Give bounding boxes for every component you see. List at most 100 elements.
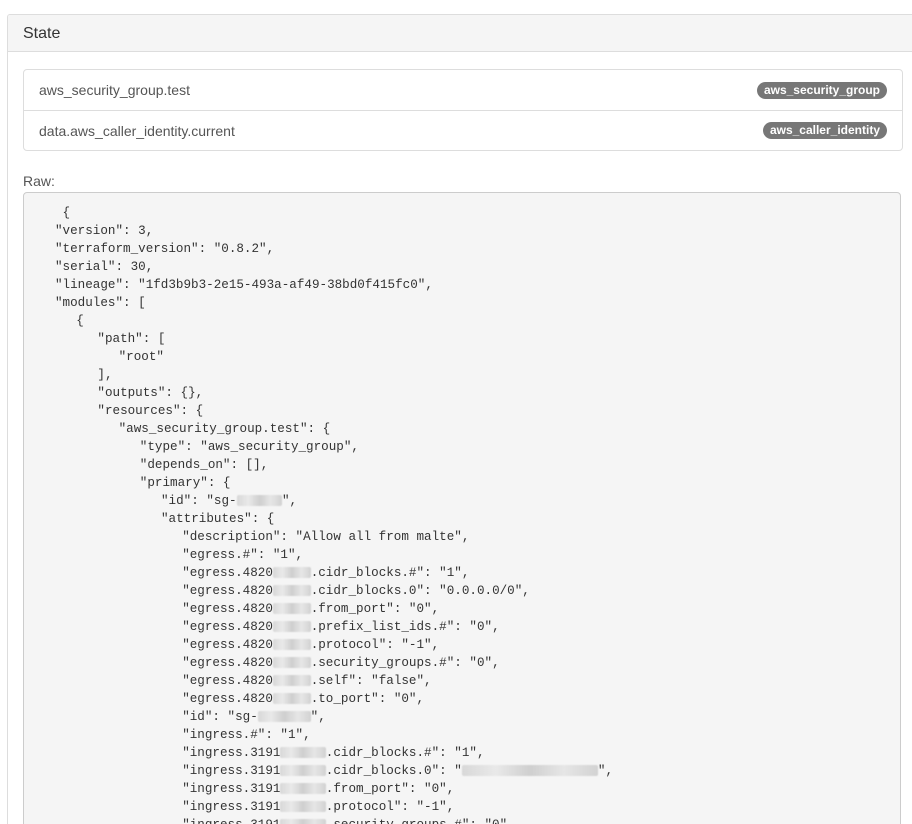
code-line: "outputs": {},: [24, 384, 900, 402]
code-text: "path": [: [97, 332, 166, 346]
code-text: "lineage": "1fd3b9b3-2e15-493a-af49-38bd…: [55, 278, 433, 292]
code-line: "path": [: [24, 330, 900, 348]
code-text: .cidr_blocks.#": "1",: [310, 566, 470, 580]
raw-label: Raw:: [23, 173, 55, 189]
code-line: "egress.4820 .cidr_blocks.0": "0.0.0.0/0"…: [24, 582, 900, 600]
code-text: "primary": {: [139, 476, 231, 490]
code-text: .protocol": "-1",: [310, 638, 440, 652]
code-text: .self": "false",: [310, 674, 432, 688]
redacted-value: [280, 819, 326, 824]
code-text: "version": 3,: [55, 224, 154, 238]
code-line: "ingress.3191 .security_groups.#": "0",: [24, 816, 900, 824]
redacted-value: [272, 639, 311, 651]
code-line: "root": [24, 348, 900, 366]
code-text: "ingress.3191: [182, 800, 281, 814]
resource-item-aws-security-group[interactable]: aws_security_group.test aws_security_gro…: [24, 70, 902, 110]
code-line: "id": "sg- ",: [24, 492, 900, 510]
resource-item-aws-caller-identity[interactable]: data.aws_caller_identity.current aws_cal…: [24, 110, 902, 150]
resource-type-badge: aws_caller_identity: [762, 122, 887, 139]
code-line: "aws_security_group.test": {: [24, 420, 900, 438]
state-panel: State aws_security_group.test aws_securi…: [7, 14, 912, 824]
redacted-value: [280, 783, 326, 795]
code-text: "id": "sg-: [161, 494, 237, 508]
redacted-value: [272, 675, 311, 687]
code-text: "depends_on": [],: [139, 458, 269, 472]
code-text: "egress.4820: [182, 674, 273, 688]
code-text: .to_port": "0",: [310, 692, 425, 706]
redacted-value: [257, 711, 311, 723]
code-line: "type": "aws_security_group",: [24, 438, 900, 456]
code-line: "egress.4820 .cidr_blocks.#": "1",: [24, 564, 900, 582]
code-text: "egress.4820: [182, 656, 273, 670]
code-line: "egress.#": "1",: [24, 546, 900, 564]
code-text: "ingress.3191: [182, 746, 281, 760]
code-text: "egress.#": "1",: [182, 548, 304, 562]
redacted-value: [236, 495, 282, 507]
code-text: "type": "aws_security_group",: [139, 440, 359, 454]
redacted-value: [272, 693, 311, 705]
redacted-value: [272, 567, 311, 579]
code-line: "lineage": "1fd3b9b3-2e15-493a-af49-38bd…: [24, 276, 900, 294]
code-text: "root": [118, 350, 164, 364]
code-text: "egress.4820: [182, 620, 273, 634]
code-line: ],: [24, 366, 900, 384]
code-text: "egress.4820: [182, 584, 273, 598]
code-text: .from_port": "0",: [325, 782, 455, 796]
code-text: ",: [310, 710, 326, 724]
code-text: "egress.4820: [182, 566, 273, 580]
code-line: "egress.4820 .prefix_list_ids.#": "0",: [24, 618, 900, 636]
resource-list: aws_security_group.test aws_security_gro…: [23, 69, 903, 151]
code-line: "egress.4820 .to_port": "0",: [24, 690, 900, 708]
redacted-value: [461, 765, 598, 777]
code-text: "egress.4820: [182, 638, 273, 652]
code-line: "modules": [: [24, 294, 900, 312]
code-line: "egress.4820 .self": "false",: [24, 672, 900, 690]
code-line: "serial": 30,: [24, 258, 900, 276]
code-text: "attributes": {: [161, 512, 275, 526]
code-text: "id": "sg-: [182, 710, 258, 724]
code-line: "ingress.#": "1",: [24, 726, 900, 744]
code-text: {: [76, 314, 84, 328]
code-text: ],: [97, 368, 113, 382]
code-line: "description": "Allow all from malte",: [24, 528, 900, 546]
code-text: "ingress.#": "1",: [182, 728, 311, 742]
code-text: .cidr_blocks.0": "0.0.0.0/0",: [310, 584, 530, 598]
code-line: "version": 3,: [24, 222, 900, 240]
code-text: "ingress.3191: [182, 764, 281, 778]
code-text: ",: [281, 494, 298, 508]
code-text: "ingress.3191: [182, 818, 280, 824]
code-text: .protocol": "-1",: [325, 800, 455, 814]
redacted-value: [272, 657, 311, 669]
code-text: "terraform_version": "0.8.2",: [55, 242, 275, 256]
code-text: .cidr_blocks.0": ": [325, 764, 462, 778]
code-text: "resources": {: [97, 404, 204, 418]
redacted-value: [280, 747, 326, 759]
code-line: "egress.4820 .protocol": "-1",: [24, 636, 900, 654]
code-line: "egress.4820 .from_port": "0",: [24, 600, 900, 618]
code-text: .security_groups.#": "0",: [310, 656, 500, 670]
code-line: {: [24, 204, 900, 222]
code-line: "ingress.3191 .from_port": "0",: [24, 780, 900, 798]
code-line: "terraform_version": "0.8.2",: [24, 240, 900, 258]
code-text: "serial": 30,: [55, 260, 154, 274]
code-text: .security_groups.#": "0",: [326, 818, 515, 824]
redacted-value: [280, 765, 326, 777]
redacted-value: [272, 603, 311, 615]
code-line: "ingress.3191 .protocol": "-1",: [24, 798, 900, 816]
code-line: "ingress.3191 .cidr_blocks.#": "1",: [24, 744, 900, 762]
resource-name: data.aws_caller_identity.current: [39, 122, 235, 139]
code-text: "egress.4820: [182, 692, 273, 706]
code-line: "egress.4820 .security_groups.#": "0",: [24, 654, 900, 672]
redacted-value: [272, 621, 311, 633]
code-text: "modules": [: [55, 296, 146, 310]
code-text: .cidr_blocks.#": "1",: [325, 746, 485, 760]
code-text: "aws_security_group.test": {: [118, 422, 331, 436]
resource-name: aws_security_group.test: [39, 82, 190, 98]
code-text: "egress.4820: [182, 602, 273, 616]
raw-state-code-block[interactable]: { "version": 3, "terraform_version": "0.8.…: [23, 192, 901, 824]
code-line: "primary": {: [24, 474, 900, 492]
redacted-value: [280, 801, 326, 813]
code-text: "outputs": {},: [97, 386, 204, 400]
resource-type-badge: aws_security_group: [756, 81, 887, 99]
code-line: "attributes": {: [24, 510, 900, 528]
